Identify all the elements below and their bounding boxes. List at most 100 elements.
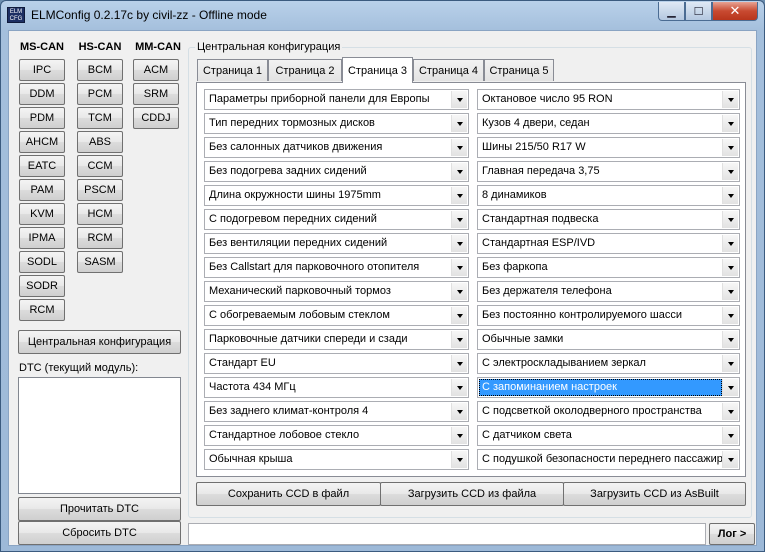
config-select-left-5[interactable]: Длина окружности шины 1975mm [204, 185, 469, 206]
config-select-right-4[interactable]: Главная передача 3,75 [477, 161, 740, 182]
central-config-button[interactable]: Центральная конфигурация [18, 330, 181, 354]
save-ccd-button[interactable]: Сохранить CCD в файл [196, 482, 381, 506]
log-button[interactable]: Лог > [709, 523, 755, 545]
dropdown-arrow-icon[interactable] [722, 403, 738, 420]
module-button-ms-sodl[interactable]: SODL [19, 251, 65, 273]
module-button-ms-eatc[interactable]: EATC [19, 155, 65, 177]
module-button-ms-pdm[interactable]: PDM [19, 107, 65, 129]
dropdown-arrow-icon[interactable] [722, 355, 738, 372]
dropdown-arrow-icon[interactable] [722, 451, 738, 468]
dtc-list[interactable] [18, 377, 181, 494]
maximize-button[interactable]: ☐ [685, 2, 712, 21]
config-select-right-7[interactable]: Стандартная ESP/IVD [477, 233, 740, 254]
module-button-hs-pscm[interactable]: PSCM [77, 179, 123, 201]
config-select-left-1[interactable]: Параметры приборной панели для Европы [204, 89, 469, 110]
config-select-right-16[interactable]: С подушкой безопасности переднего пассаж… [477, 449, 740, 470]
module-button-ms-ahcm[interactable]: AHCM [19, 131, 65, 153]
config-select-left-10[interactable]: С обогреваемым лобовым стеклом [204, 305, 469, 326]
dropdown-arrow-icon[interactable] [451, 91, 467, 108]
tab-page-3[interactable]: Страница 3 [342, 57, 413, 83]
module-button-ms-pam[interactable]: PAM [19, 179, 65, 201]
dropdown-arrow-icon[interactable] [451, 139, 467, 156]
dropdown-arrow-icon[interactable] [722, 283, 738, 300]
dropdown-arrow-icon[interactable] [451, 307, 467, 324]
dropdown-arrow-icon[interactable] [451, 427, 467, 444]
dropdown-arrow-icon[interactable] [722, 187, 738, 204]
config-select-left-11[interactable]: Парковочные датчики спереди и сзади [204, 329, 469, 350]
config-select-right-3[interactable]: Шины 215/50 R17 W [477, 137, 740, 158]
module-button-mm-cddj[interactable]: CDDJ [133, 107, 179, 129]
dropdown-arrow-icon[interactable] [722, 163, 738, 180]
config-select-right-6[interactable]: Стандартная подвеска [477, 209, 740, 230]
dropdown-arrow-icon[interactable] [722, 91, 738, 108]
dropdown-arrow-icon[interactable] [451, 379, 467, 396]
tab-page-2[interactable]: Страница 2 [268, 59, 342, 81]
config-select-right-12[interactable]: С электроскладыванием зеркал [477, 353, 740, 374]
module-button-hs-abs[interactable]: ABS [77, 131, 123, 153]
config-select-left-13[interactable]: Частота 434 МГц [204, 377, 469, 398]
dropdown-arrow-icon[interactable] [451, 211, 467, 228]
module-button-ms-rcm[interactable]: RCM [19, 299, 65, 321]
config-select-left-8[interactable]: Без Callstart для парковочного отопителя [204, 257, 469, 278]
dropdown-arrow-icon[interactable] [722, 379, 738, 396]
config-select-right-10[interactable]: Без постоянно контролируемого шасси [477, 305, 740, 326]
dropdown-arrow-icon[interactable] [722, 235, 738, 252]
dropdown-arrow-icon[interactable] [451, 331, 467, 348]
config-select-left-3[interactable]: Без салонных датчиков движения [204, 137, 469, 158]
dropdown-arrow-icon[interactable] [722, 211, 738, 228]
module-button-ms-ipc[interactable]: IPC [19, 59, 65, 81]
close-button[interactable]: ✕ [712, 2, 758, 21]
module-button-hs-tcm[interactable]: TCM [77, 107, 123, 129]
dropdown-arrow-icon[interactable] [722, 307, 738, 324]
dropdown-arrow-icon[interactable] [722, 259, 738, 276]
config-select-right-8[interactable]: Без фаркопа [477, 257, 740, 278]
minimize-button[interactable]: ▁ [658, 2, 685, 21]
title-bar[interactable]: ELM CFG ELMConfig 0.2.17c by civil-zz - O… [1, 1, 764, 29]
dropdown-arrow-icon[interactable] [451, 259, 467, 276]
config-select-right-11[interactable]: Обычные замки [477, 329, 740, 350]
config-select-right-13[interactable]: С запоминанием настроек [477, 377, 740, 398]
config-select-left-6[interactable]: С подогревом передних сидений [204, 209, 469, 230]
config-select-left-7[interactable]: Без вентиляции передних сидений [204, 233, 469, 254]
module-button-hs-sasm[interactable]: SASM [77, 251, 123, 273]
dropdown-arrow-icon[interactable] [722, 139, 738, 156]
config-select-right-5[interactable]: 8 динамиков [477, 185, 740, 206]
read-dtc-button[interactable]: Прочитать DTC [18, 497, 181, 521]
config-select-right-2[interactable]: Кузов 4 двери, седан [477, 113, 740, 134]
tab-page-5[interactable]: Страница 5 [484, 59, 554, 81]
module-button-hs-hcm[interactable]: HCM [77, 203, 123, 225]
load-asbuilt-button[interactable]: Загрузить CCD из AsBuilt [563, 482, 746, 506]
module-button-hs-bcm[interactable]: BCM [77, 59, 123, 81]
dropdown-arrow-icon[interactable] [451, 283, 467, 300]
load-ccd-button[interactable]: Загрузить CCD из файла [380, 482, 564, 506]
module-button-ms-kvm[interactable]: KVM [19, 203, 65, 225]
dropdown-arrow-icon[interactable] [451, 115, 467, 132]
config-select-right-14[interactable]: С подсветкой околодверного пространства [477, 401, 740, 422]
module-button-mm-srm[interactable]: SRM [133, 83, 179, 105]
dropdown-arrow-icon[interactable] [451, 355, 467, 372]
status-field[interactable] [188, 523, 706, 545]
module-button-mm-acm[interactable]: ACM [133, 59, 179, 81]
module-button-hs-ccm[interactable]: CCM [77, 155, 123, 177]
module-button-ms-ipma[interactable]: IPMA [19, 227, 65, 249]
module-button-ms-ddm[interactable]: DDM [19, 83, 65, 105]
dropdown-arrow-icon[interactable] [451, 451, 467, 468]
module-button-hs-rcm[interactable]: RCM [77, 227, 123, 249]
tab-page-1[interactable]: Страница 1 [197, 59, 268, 81]
dropdown-arrow-icon[interactable] [722, 331, 738, 348]
config-select-left-16[interactable]: Обычная крыша [204, 449, 469, 470]
dropdown-arrow-icon[interactable] [451, 403, 467, 420]
config-select-left-12[interactable]: Стандарт EU [204, 353, 469, 374]
dropdown-arrow-icon[interactable] [451, 235, 467, 252]
module-button-ms-sodr[interactable]: SODR [19, 275, 65, 297]
reset-dtc-button[interactable]: Сбросить DTC [18, 521, 181, 545]
config-select-right-15[interactable]: С датчиком света [477, 425, 740, 446]
config-select-left-14[interactable]: Без заднего климат-контроля 4 [204, 401, 469, 422]
config-select-right-9[interactable]: Без держателя телефона [477, 281, 740, 302]
dropdown-arrow-icon[interactable] [722, 115, 738, 132]
config-select-left-15[interactable]: Стандартное лобовое стекло [204, 425, 469, 446]
dropdown-arrow-icon[interactable] [722, 427, 738, 444]
tab-page-4[interactable]: Страница 4 [413, 59, 484, 81]
config-select-left-2[interactable]: Тип передних тормозных дисков [204, 113, 469, 134]
config-select-left-4[interactable]: Без подогрева задних сидений [204, 161, 469, 182]
